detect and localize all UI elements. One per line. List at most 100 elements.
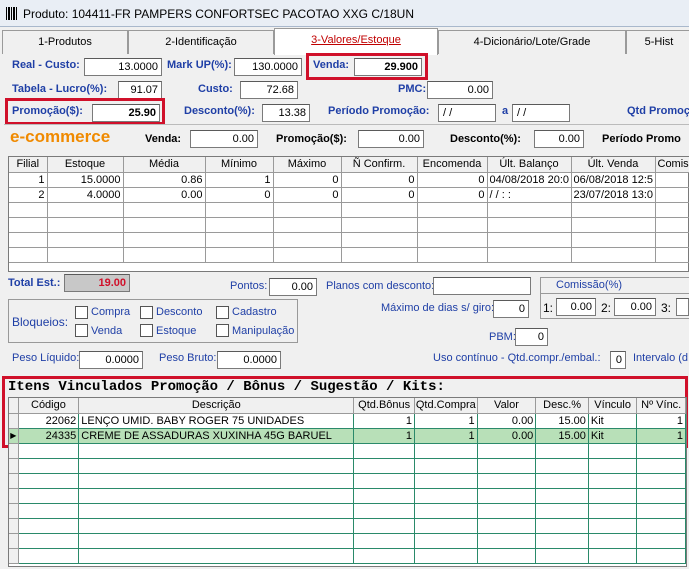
cell-qtd-bonus: 1 [353, 428, 415, 444]
empty-row [9, 488, 686, 504]
table-row-selected[interactable]: ▶ 24335 CREME DE ASSADURAS XUXINHA 45G B… [9, 428, 686, 444]
cell-codigo: 22062 [18, 413, 80, 429]
planos-label: Planos com desconto: [326, 280, 435, 292]
cell-estoque: 4.0000 [47, 187, 124, 203]
col-vinculo[interactable]: Vínculo [588, 398, 638, 414]
peso-bruto-field[interactable]: 0.0000 [217, 351, 281, 369]
tab-valores-estoque[interactable]: 3-Valores/Estoque [274, 28, 438, 55]
row-indicator [9, 413, 19, 429]
cell-num-vinc: 1 [636, 413, 686, 429]
col-nao-confirm[interactable]: Ñ Confirm. [341, 157, 418, 173]
comissao-3-field[interactable] [676, 298, 689, 316]
periodo-separator: a [502, 105, 509, 117]
col-media[interactable]: Média [123, 157, 206, 173]
venda-label: Venda: [313, 59, 350, 71]
tabela-lucro-field[interactable]: 91.07 [118, 81, 162, 99]
cell-comissao [655, 172, 689, 188]
col-encomenda[interactable]: Encomenda [417, 157, 488, 173]
comissao-2-field[interactable]: 0.00 [614, 298, 656, 316]
col-indicator [9, 398, 19, 414]
cell-qtd-bonus: 1 [353, 413, 415, 429]
cell-vinculo: Kit [588, 428, 638, 444]
cell-ult-balanco: 04/08/2018 20:0 [487, 172, 572, 188]
bloqueio-desconto-checkbox[interactable] [140, 306, 153, 319]
cell-descricao: CREME DE ASSADURAS XUXINHA 45G BARUEL [78, 428, 355, 444]
bloqueio-manipulacao-checkbox[interactable] [216, 324, 229, 337]
kits-grid[interactable]: Código Descrição Qtd.Bônus Qtd.Compra Va… [8, 397, 687, 567]
col-filial[interactable]: Filial [9, 157, 48, 173]
comissao-1-label: 1: [543, 301, 554, 315]
col-descricao[interactable]: Descrição [78, 398, 355, 414]
empty-row [9, 533, 686, 549]
cell-filial: 1 [9, 172, 48, 188]
bloqueio-estoque-checkbox[interactable] [140, 324, 153, 337]
col-ult-venda[interactable]: Últ. Venda [571, 157, 656, 173]
comissao-3-label: 3: [661, 301, 672, 315]
cell-media: 0.00 [123, 187, 206, 203]
tab-dicionario[interactable]: 4-Dicionário/Lote/Grade [438, 30, 626, 54]
venda-field[interactable]: 29.900 [354, 58, 422, 76]
cell-encomenda: 0 [417, 187, 488, 203]
col-codigo[interactable]: Código [18, 398, 80, 414]
title-bar: Produto: 104411-FR PAMPERS CONFORTSEC PA… [0, 0, 689, 27]
planos-field[interactable] [433, 277, 531, 295]
ecom-desconto-field[interactable]: 0.00 [534, 130, 584, 148]
ecom-venda-field[interactable]: 0.00 [190, 130, 258, 148]
col-qtd-bonus[interactable]: Qtd.Bônus [353, 398, 415, 414]
empty-row [9, 247, 689, 263]
table-row[interactable]: 2 4.0000 0.00 0 0 0 0 / / : : 23/07/2018… [9, 187, 689, 203]
kits-title: Itens Vinculados Promoção / Bônus / Suge… [8, 379, 445, 395]
ecommerce-logo: e-commerce [10, 127, 111, 146]
real-custo-label: Real - Custo: [12, 59, 80, 71]
col-ult-balanco[interactable]: Últ. Balanço [487, 157, 572, 173]
tab-strip: 1-Produtos 2-Identificação 3-Valores/Est… [0, 28, 689, 55]
cell-num-vinc: 1 [636, 428, 686, 444]
peso-bruto-label: Peso Bruto: [159, 352, 217, 364]
custo-field[interactable]: 72.68 [240, 81, 298, 99]
tab-identificacao[interactable]: 2-Identificação [128, 30, 274, 54]
tab-historico[interactable]: 5-Hist [626, 30, 689, 54]
col-qtd-compra[interactable]: Qtd.Compra [414, 398, 478, 414]
tab-produtos[interactable]: 1-Produtos [2, 30, 128, 54]
comissao-1-field[interactable]: 0.00 [556, 298, 596, 316]
markup-field[interactable]: 130.0000 [234, 58, 302, 76]
total-est-label: Total Est.: [8, 277, 61, 289]
max-dias-field[interactable]: 0 [493, 300, 529, 318]
bloqueio-compra-checkbox[interactable] [75, 306, 88, 319]
bloqueio-cadastro-checkbox[interactable] [216, 306, 229, 319]
bloqueio-venda-checkbox[interactable] [75, 324, 88, 337]
cell-nao-confirm: 0 [341, 172, 418, 188]
col-estoque[interactable]: Estoque [47, 157, 124, 173]
col-minimo[interactable]: Mínimo [205, 157, 274, 173]
pbm-field[interactable]: 0 [515, 328, 548, 346]
col-comissao[interactable]: Comis. C [655, 157, 689, 173]
ecom-promocao-field[interactable]: 0.00 [358, 130, 424, 148]
empty-row [9, 473, 686, 489]
table-row[interactable]: 1 15.0000 0.86 1 0 0 0 04/08/2018 20:0 0… [9, 172, 689, 188]
table-row[interactable]: 22062 LENÇO UMID. BABY ROGER 75 UNIDADES… [9, 413, 686, 429]
cell-valor: 0.00 [477, 428, 537, 444]
col-maximo[interactable]: Máximo [273, 157, 342, 173]
uso-continuo-field[interactable]: 0 [610, 351, 626, 369]
pontos-field[interactable]: 0.00 [269, 278, 317, 296]
cell-media: 0.86 [123, 172, 206, 188]
pmc-field[interactable]: 0.00 [427, 81, 493, 99]
cell-ult-venda: 23/07/2018 13:0 [571, 187, 656, 203]
bloqueios-label: Bloqueios: [12, 315, 69, 329]
col-valor[interactable]: Valor [477, 398, 537, 414]
stock-grid[interactable]: Filial Estoque Média Mínimo Máximo Ñ Con… [8, 156, 689, 272]
cell-minimo: 1 [205, 172, 274, 188]
empty-row [9, 503, 686, 519]
peso-liquido-field[interactable]: 0.0000 [79, 351, 143, 369]
empty-row [9, 518, 686, 534]
col-num-vinc[interactable]: Nº Vínc. [636, 398, 686, 414]
col-desc-pct[interactable]: Desc.% [535, 398, 589, 414]
kits-header-row: Código Descrição Qtd.Bônus Qtd.Compra Va… [9, 398, 686, 414]
periodo-inicio-field[interactable]: / / [438, 104, 496, 122]
pmc-label: PMC: [398, 83, 427, 95]
periodo-fim-field[interactable]: / / [512, 104, 570, 122]
uso-continuo-label: Uso contínuo - Qtd.compr./embal.: [433, 352, 601, 364]
desconto-field[interactable]: 13.38 [262, 104, 310, 122]
promocao-field[interactable]: 25.90 [92, 104, 160, 122]
real-custo-field[interactable]: 13.0000 [84, 58, 162, 76]
